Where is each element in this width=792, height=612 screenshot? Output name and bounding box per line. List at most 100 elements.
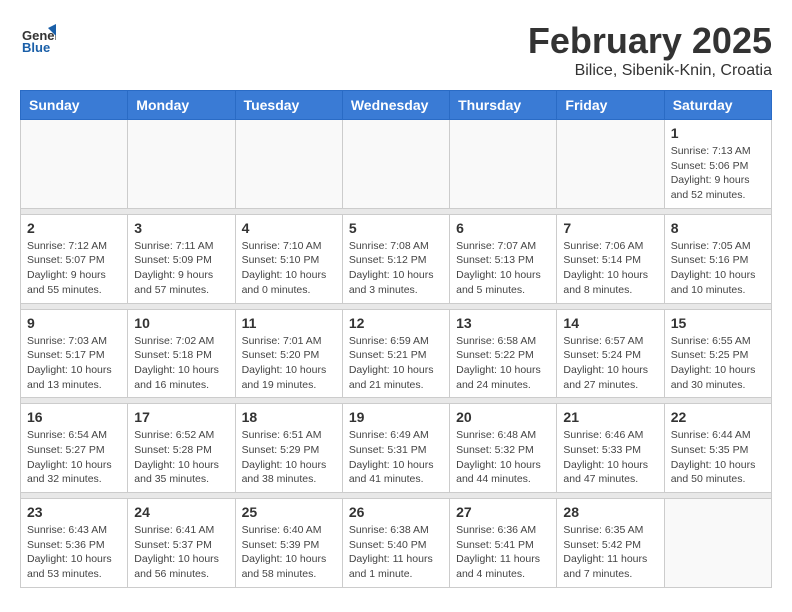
svg-text:Blue: Blue xyxy=(22,40,50,55)
day-number: 5 xyxy=(349,220,443,236)
calendar-header-row: Sunday Monday Tuesday Wednesday Thursday… xyxy=(21,91,772,120)
day-info: Sunrise: 7:13 AM Sunset: 5:06 PM Dayligh… xyxy=(671,144,765,203)
calendar-day xyxy=(235,120,342,209)
day-info: Sunrise: 6:40 AM Sunset: 5:39 PM Dayligh… xyxy=(242,523,336,582)
day-info: Sunrise: 7:03 AM Sunset: 5:17 PM Dayligh… xyxy=(27,334,121,393)
day-number: 8 xyxy=(671,220,765,236)
day-info: Sunrise: 6:52 AM Sunset: 5:28 PM Dayligh… xyxy=(134,428,228,487)
calendar-day xyxy=(128,120,235,209)
day-number: 4 xyxy=(242,220,336,236)
calendar-day: 19 Sunrise: 6:49 AM Sunset: 5:31 PM Dayli… xyxy=(342,404,449,493)
calendar-day xyxy=(342,120,449,209)
col-saturday: Saturday xyxy=(664,91,771,120)
day-number: 6 xyxy=(456,220,550,236)
day-info: Sunrise: 6:43 AM Sunset: 5:36 PM Dayligh… xyxy=(27,523,121,582)
calendar-day: 14 Sunrise: 6:57 AM Sunset: 5:24 PM Dayli… xyxy=(557,309,664,398)
day-number: 13 xyxy=(456,315,550,331)
day-number: 25 xyxy=(242,504,336,520)
col-sunday: Sunday xyxy=(21,91,128,120)
day-number: 3 xyxy=(134,220,228,236)
day-info: Sunrise: 7:02 AM Sunset: 5:18 PM Dayligh… xyxy=(134,334,228,393)
col-thursday: Thursday xyxy=(450,91,557,120)
day-number: 14 xyxy=(563,315,657,331)
day-number: 10 xyxy=(134,315,228,331)
day-info: Sunrise: 6:58 AM Sunset: 5:22 PM Dayligh… xyxy=(456,334,550,393)
calendar-day: 28 Sunrise: 6:35 AM Sunset: 5:42 PM Dayli… xyxy=(557,499,664,588)
calendar-day: 5 Sunrise: 7:08 AM Sunset: 5:12 PM Daylig… xyxy=(342,214,449,303)
calendar-day xyxy=(664,499,771,588)
day-number: 16 xyxy=(27,409,121,425)
calendar-day: 17 Sunrise: 6:52 AM Sunset: 5:28 PM Dayli… xyxy=(128,404,235,493)
day-info: Sunrise: 7:08 AM Sunset: 5:12 PM Dayligh… xyxy=(349,239,443,298)
col-tuesday: Tuesday xyxy=(235,91,342,120)
calendar-day: 22 Sunrise: 6:44 AM Sunset: 5:35 PM Dayli… xyxy=(664,404,771,493)
day-info: Sunrise: 6:46 AM Sunset: 5:33 PM Dayligh… xyxy=(563,428,657,487)
calendar-day: 9 Sunrise: 7:03 AM Sunset: 5:17 PM Daylig… xyxy=(21,309,128,398)
calendar-week-row: 2Sunrise: 7:12 AM Sunset: 5:07 PM Daylig… xyxy=(21,214,772,303)
day-number: 11 xyxy=(242,315,336,331)
calendar-day: 21Sunrise: 6:46 AM Sunset: 5:33 PM Dayli… xyxy=(557,404,664,493)
calendar-day: 12 Sunrise: 6:59 AM Sunset: 5:21 PM Dayli… xyxy=(342,309,449,398)
day-info: Sunrise: 7:01 AM Sunset: 5:20 PM Dayligh… xyxy=(242,334,336,393)
day-number: 12 xyxy=(349,315,443,331)
calendar-day: 11 Sunrise: 7:01 AM Sunset: 5:20 PM Dayli… xyxy=(235,309,342,398)
calendar-day: 24 Sunrise: 6:41 AM Sunset: 5:37 PM Dayli… xyxy=(128,499,235,588)
col-monday: Monday xyxy=(128,91,235,120)
day-info: Sunrise: 6:44 AM Sunset: 5:35 PM Dayligh… xyxy=(671,428,765,487)
calendar-day: 8 Sunrise: 7:05 AM Sunset: 5:16 PM Daylig… xyxy=(664,214,771,303)
day-number: 9 xyxy=(27,315,121,331)
day-info: Sunrise: 6:54 AM Sunset: 5:27 PM Dayligh… xyxy=(27,428,121,487)
calendar-day: 23Sunrise: 6:43 AM Sunset: 5:36 PM Dayli… xyxy=(21,499,128,588)
calendar-week-row: 23Sunrise: 6:43 AM Sunset: 5:36 PM Dayli… xyxy=(21,499,772,588)
day-info: Sunrise: 7:07 AM Sunset: 5:13 PM Dayligh… xyxy=(456,239,550,298)
day-info: Sunrise: 6:55 AM Sunset: 5:25 PM Dayligh… xyxy=(671,334,765,393)
day-number: 2 xyxy=(27,220,121,236)
calendar-day: 2Sunrise: 7:12 AM Sunset: 5:07 PM Daylig… xyxy=(21,214,128,303)
day-info: Sunrise: 6:59 AM Sunset: 5:21 PM Dayligh… xyxy=(349,334,443,393)
calendar-day: 6 Sunrise: 7:07 AM Sunset: 5:13 PM Daylig… xyxy=(450,214,557,303)
day-info: Sunrise: 7:11 AM Sunset: 5:09 PM Dayligh… xyxy=(134,239,228,298)
page-header: General Blue February 2025 Bilice, Siben… xyxy=(20,20,772,80)
day-info: Sunrise: 6:48 AM Sunset: 5:32 PM Dayligh… xyxy=(456,428,550,487)
calendar-day: 16 Sunrise: 6:54 AM Sunset: 5:27 PM Dayli… xyxy=(21,404,128,493)
calendar-table: Sunday Monday Tuesday Wednesday Thursday… xyxy=(20,90,772,588)
day-info: Sunrise: 6:51 AM Sunset: 5:29 PM Dayligh… xyxy=(242,428,336,487)
logo: General Blue xyxy=(20,20,60,56)
month-title: February 2025 xyxy=(528,20,772,62)
calendar-day xyxy=(557,120,664,209)
logo-icon: General Blue xyxy=(20,20,56,56)
calendar-day: 3 Sunrise: 7:11 AM Sunset: 5:09 PM Daylig… xyxy=(128,214,235,303)
title-area: February 2025 Bilice, Sibenik-Knin, Croa… xyxy=(528,20,772,80)
calendar-day: 20Sunrise: 6:48 AM Sunset: 5:32 PM Dayli… xyxy=(450,404,557,493)
day-info: Sunrise: 6:35 AM Sunset: 5:42 PM Dayligh… xyxy=(563,523,657,582)
calendar-day: 15 Sunrise: 6:55 AM Sunset: 5:25 PM Dayli… xyxy=(664,309,771,398)
location-subtitle: Bilice, Sibenik-Knin, Croatia xyxy=(528,62,772,80)
calendar-day xyxy=(450,120,557,209)
day-number: 27 xyxy=(456,504,550,520)
day-info: Sunrise: 7:06 AM Sunset: 5:14 PM Dayligh… xyxy=(563,239,657,298)
day-number: 22 xyxy=(671,409,765,425)
day-info: Sunrise: 6:41 AM Sunset: 5:37 PM Dayligh… xyxy=(134,523,228,582)
day-number: 17 xyxy=(134,409,228,425)
day-number: 15 xyxy=(671,315,765,331)
calendar-day: 26Sunrise: 6:38 AM Sunset: 5:40 PM Dayli… xyxy=(342,499,449,588)
day-number: 19 xyxy=(349,409,443,425)
day-info: Sunrise: 6:57 AM Sunset: 5:24 PM Dayligh… xyxy=(563,334,657,393)
calendar-day: 25 Sunrise: 6:40 AM Sunset: 5:39 PM Dayli… xyxy=(235,499,342,588)
day-info: Sunrise: 7:05 AM Sunset: 5:16 PM Dayligh… xyxy=(671,239,765,298)
day-number: 26 xyxy=(349,504,443,520)
calendar-week-row: 9 Sunrise: 7:03 AM Sunset: 5:17 PM Daylig… xyxy=(21,309,772,398)
day-info: Sunrise: 6:49 AM Sunset: 5:31 PM Dayligh… xyxy=(349,428,443,487)
col-friday: Friday xyxy=(557,91,664,120)
day-number: 7 xyxy=(563,220,657,236)
col-wednesday: Wednesday xyxy=(342,91,449,120)
day-info: Sunrise: 6:36 AM Sunset: 5:41 PM Dayligh… xyxy=(456,523,550,582)
calendar-day: 13 Sunrise: 6:58 AM Sunset: 5:22 PM Dayli… xyxy=(450,309,557,398)
day-number: 24 xyxy=(134,504,228,520)
day-number: 28 xyxy=(563,504,657,520)
day-number: 18 xyxy=(242,409,336,425)
calendar-day: 10 Sunrise: 7:02 AM Sunset: 5:18 PM Dayli… xyxy=(128,309,235,398)
calendar-day: 18 Sunrise: 6:51 AM Sunset: 5:29 PM Dayli… xyxy=(235,404,342,493)
calendar-day: 27 Sunrise: 6:36 AM Sunset: 5:41 PM Dayli… xyxy=(450,499,557,588)
calendar-day xyxy=(21,120,128,209)
